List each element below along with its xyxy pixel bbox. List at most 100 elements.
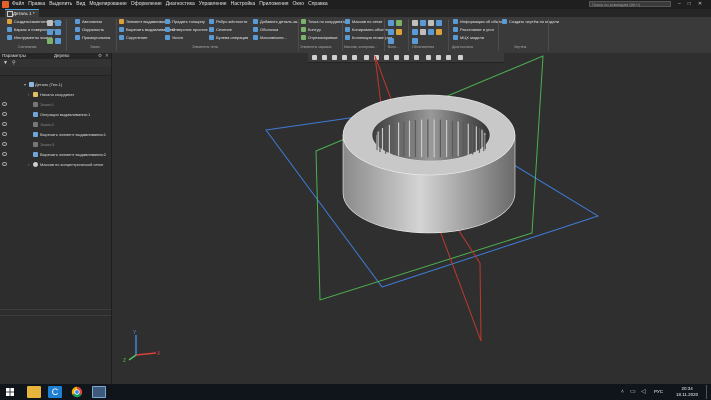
file-explorer-icon[interactable] bbox=[27, 386, 41, 398]
ribbon-section[interactable]: Сечение bbox=[208, 26, 232, 33]
close-icon[interactable]: ✕ bbox=[698, 1, 702, 7]
search-icon[interactable]: ⚲ bbox=[12, 60, 16, 66]
language-indicator[interactable]: РУС bbox=[654, 389, 663, 394]
ribbon-create-part[interactable]: Создать/изменить деталь bbox=[6, 18, 62, 25]
menu-file[interactable]: Файл bbox=[12, 1, 24, 7]
ribbon-separator bbox=[408, 19, 409, 51]
line-icon[interactable] bbox=[47, 38, 53, 44]
leader-icon[interactable] bbox=[420, 20, 426, 26]
ribbon-spline[interactable]: Отрезок/кривые bbox=[300, 34, 338, 41]
network-icon[interactable]: ▭ bbox=[630, 388, 636, 395]
ribbon-separator bbox=[498, 19, 499, 51]
menu-modeling[interactable]: Моделирование bbox=[89, 1, 126, 7]
note-icon[interactable] bbox=[436, 29, 442, 35]
tree-item-origin[interactable]: › Начало координат bbox=[0, 90, 111, 99]
tree-item-label: Эскиз:1 bbox=[40, 102, 55, 107]
tree-item-cut-extrude[interactable]: Вырезать элемент выдавливания:1 bbox=[0, 130, 111, 139]
windows-start-icon[interactable] bbox=[3, 386, 17, 398]
visibility-eye-icon[interactable] bbox=[2, 162, 7, 166]
base-icon[interactable] bbox=[436, 20, 442, 26]
tree-item-label: Эскиз:3 bbox=[40, 142, 55, 147]
menu-applications[interactable]: Приложения bbox=[259, 1, 288, 7]
expand-arrow-icon[interactable]: › bbox=[28, 90, 29, 99]
aux-axis-icon[interactable] bbox=[396, 20, 402, 26]
menu-window[interactable]: Окно bbox=[292, 1, 304, 7]
mark-icon[interactable] bbox=[428, 29, 434, 35]
ribbon-distance-angle[interactable]: Расстояние и угол bbox=[452, 26, 494, 33]
visibility-eye-icon[interactable] bbox=[2, 142, 7, 146]
volume-icon[interactable]: ◁ bbox=[641, 388, 646, 395]
ribbon-rectangle[interactable]: Прямоугольник bbox=[74, 34, 110, 41]
document-tab-bar: Деталь 1 * bbox=[0, 9, 711, 17]
menu-settings[interactable]: Настройка bbox=[231, 1, 256, 7]
system-clock[interactable]: 20:34 18.11.2020 bbox=[676, 386, 698, 398]
aux-line-icon[interactable] bbox=[388, 38, 394, 44]
ribbon-mirror[interactable]: Массив/копи... bbox=[252, 34, 287, 41]
table-icon[interactable] bbox=[412, 38, 418, 44]
tree-item-label: Массив по концентрической сетке bbox=[40, 162, 104, 167]
sketch-icon bbox=[33, 122, 38, 127]
ribbon-circle[interactable]: Окружность bbox=[74, 26, 104, 33]
aux-csys-icon[interactable] bbox=[396, 29, 402, 35]
tree-item-extrude[interactable]: Операция выдавливания:1 bbox=[0, 110, 111, 119]
menu-help[interactable]: Справка bbox=[308, 1, 328, 7]
menu-diagnostics[interactable]: Диагностика bbox=[166, 1, 195, 7]
tray-expand-icon[interactable]: ˄ bbox=[621, 389, 624, 395]
visibility-eye-icon[interactable] bbox=[2, 132, 7, 136]
ribbon-rib[interactable]: Ребро жёсткости bbox=[208, 18, 247, 25]
tree-item-part[interactable]: ▾ Деталь (Тел-1) bbox=[0, 80, 111, 89]
ribbon-hole[interactable]: Отверстие простое bbox=[164, 26, 208, 33]
aux-plane-icon[interactable] bbox=[388, 20, 394, 26]
axis-icon[interactable] bbox=[55, 29, 61, 35]
menu-view[interactable]: Вид bbox=[76, 1, 85, 7]
arc-icon[interactable] bbox=[55, 38, 61, 44]
ribbon-grid-array[interactable]: Массив по сетке bbox=[344, 18, 383, 25]
maximize-icon[interactable]: □ bbox=[688, 1, 691, 7]
tree-item-sketch[interactable]: Эскиз:2 bbox=[0, 120, 111, 129]
visibility-eye-icon[interactable] bbox=[2, 112, 7, 116]
ribbon-add-part[interactable]: Добавить деталь-за... bbox=[252, 18, 300, 25]
ribbon-draft[interactable]: Уклон bbox=[164, 34, 183, 41]
aux-point-icon[interactable] bbox=[388, 29, 394, 35]
menu-design[interactable]: Оформление bbox=[131, 1, 162, 7]
minimize-icon[interactable]: – bbox=[678, 1, 681, 7]
visibility-eye-icon[interactable] bbox=[2, 122, 7, 126]
3d-viewport[interactable]: X Y Z bbox=[112, 53, 711, 384]
tab-document[interactable]: Деталь 1 * bbox=[5, 9, 39, 17]
kompas-active-window-icon[interactable] bbox=[92, 386, 106, 398]
plane-icon[interactable] bbox=[55, 20, 61, 26]
menu-select[interactable]: Выделить bbox=[49, 1, 72, 7]
ribbon-autolines[interactable]: Автолинии bbox=[74, 18, 102, 25]
menu-control[interactable]: Управление bbox=[199, 1, 227, 7]
kompas-logo-icon[interactable] bbox=[2, 1, 9, 8]
tolerance-icon[interactable] bbox=[420, 29, 426, 35]
ribbon-thicken[interactable]: Придать толщину bbox=[164, 18, 205, 25]
ribbon-fillet[interactable]: Скругление bbox=[118, 34, 147, 41]
kompas-icon[interactable]: C bbox=[48, 386, 62, 398]
point-icon[interactable] bbox=[47, 29, 53, 35]
dimension-icon[interactable] bbox=[412, 20, 418, 26]
ribbon-boolean[interactable]: Булева операция bbox=[208, 34, 248, 41]
ribbon-extrude[interactable]: Элемент выдавливания bbox=[118, 18, 171, 25]
tree-item-pattern[interactable]: › Массив по концентрической сетке bbox=[0, 160, 111, 169]
visibility-eye-icon[interactable] bbox=[2, 102, 7, 106]
expand-arrow-icon[interactable]: ▾ bbox=[24, 80, 26, 89]
expand-arrow-icon[interactable]: › bbox=[28, 160, 29, 169]
ribbon-create-drawing[interactable]: Создать чертёж по модели bbox=[501, 18, 559, 25]
ribbon-contour[interactable]: Контур bbox=[300, 26, 321, 33]
thread-icon[interactable] bbox=[412, 29, 418, 35]
show-desktop-button[interactable] bbox=[706, 385, 707, 399]
menu-edit[interactable]: Правка bbox=[28, 1, 45, 7]
sketch-icon[interactable] bbox=[47, 20, 53, 26]
tree-item-sketch[interactable]: Эскиз:3 bbox=[0, 140, 111, 149]
ribbon-shell[interactable]: Оболочка bbox=[252, 26, 278, 33]
command-search-input[interactable]: Поиск по командам (Alt+/) bbox=[589, 1, 671, 7]
filter-icon[interactable]: ▼ bbox=[3, 60, 8, 66]
roughness-icon[interactable] bbox=[428, 20, 434, 26]
visibility-eye-icon[interactable] bbox=[2, 152, 7, 156]
chrome-icon[interactable] bbox=[70, 386, 84, 398]
tree-item-sketch[interactable]: Эскиз:1 bbox=[0, 100, 111, 109]
ribbon-mass-properties[interactable]: МЦХ модели bbox=[452, 34, 484, 41]
tree-item-cut-extrude[interactable]: Вырезать элемент выдавливания:2 bbox=[0, 150, 111, 159]
ribbon-sketch-tools[interactable]: Инструменты эскиза bbox=[6, 34, 52, 41]
